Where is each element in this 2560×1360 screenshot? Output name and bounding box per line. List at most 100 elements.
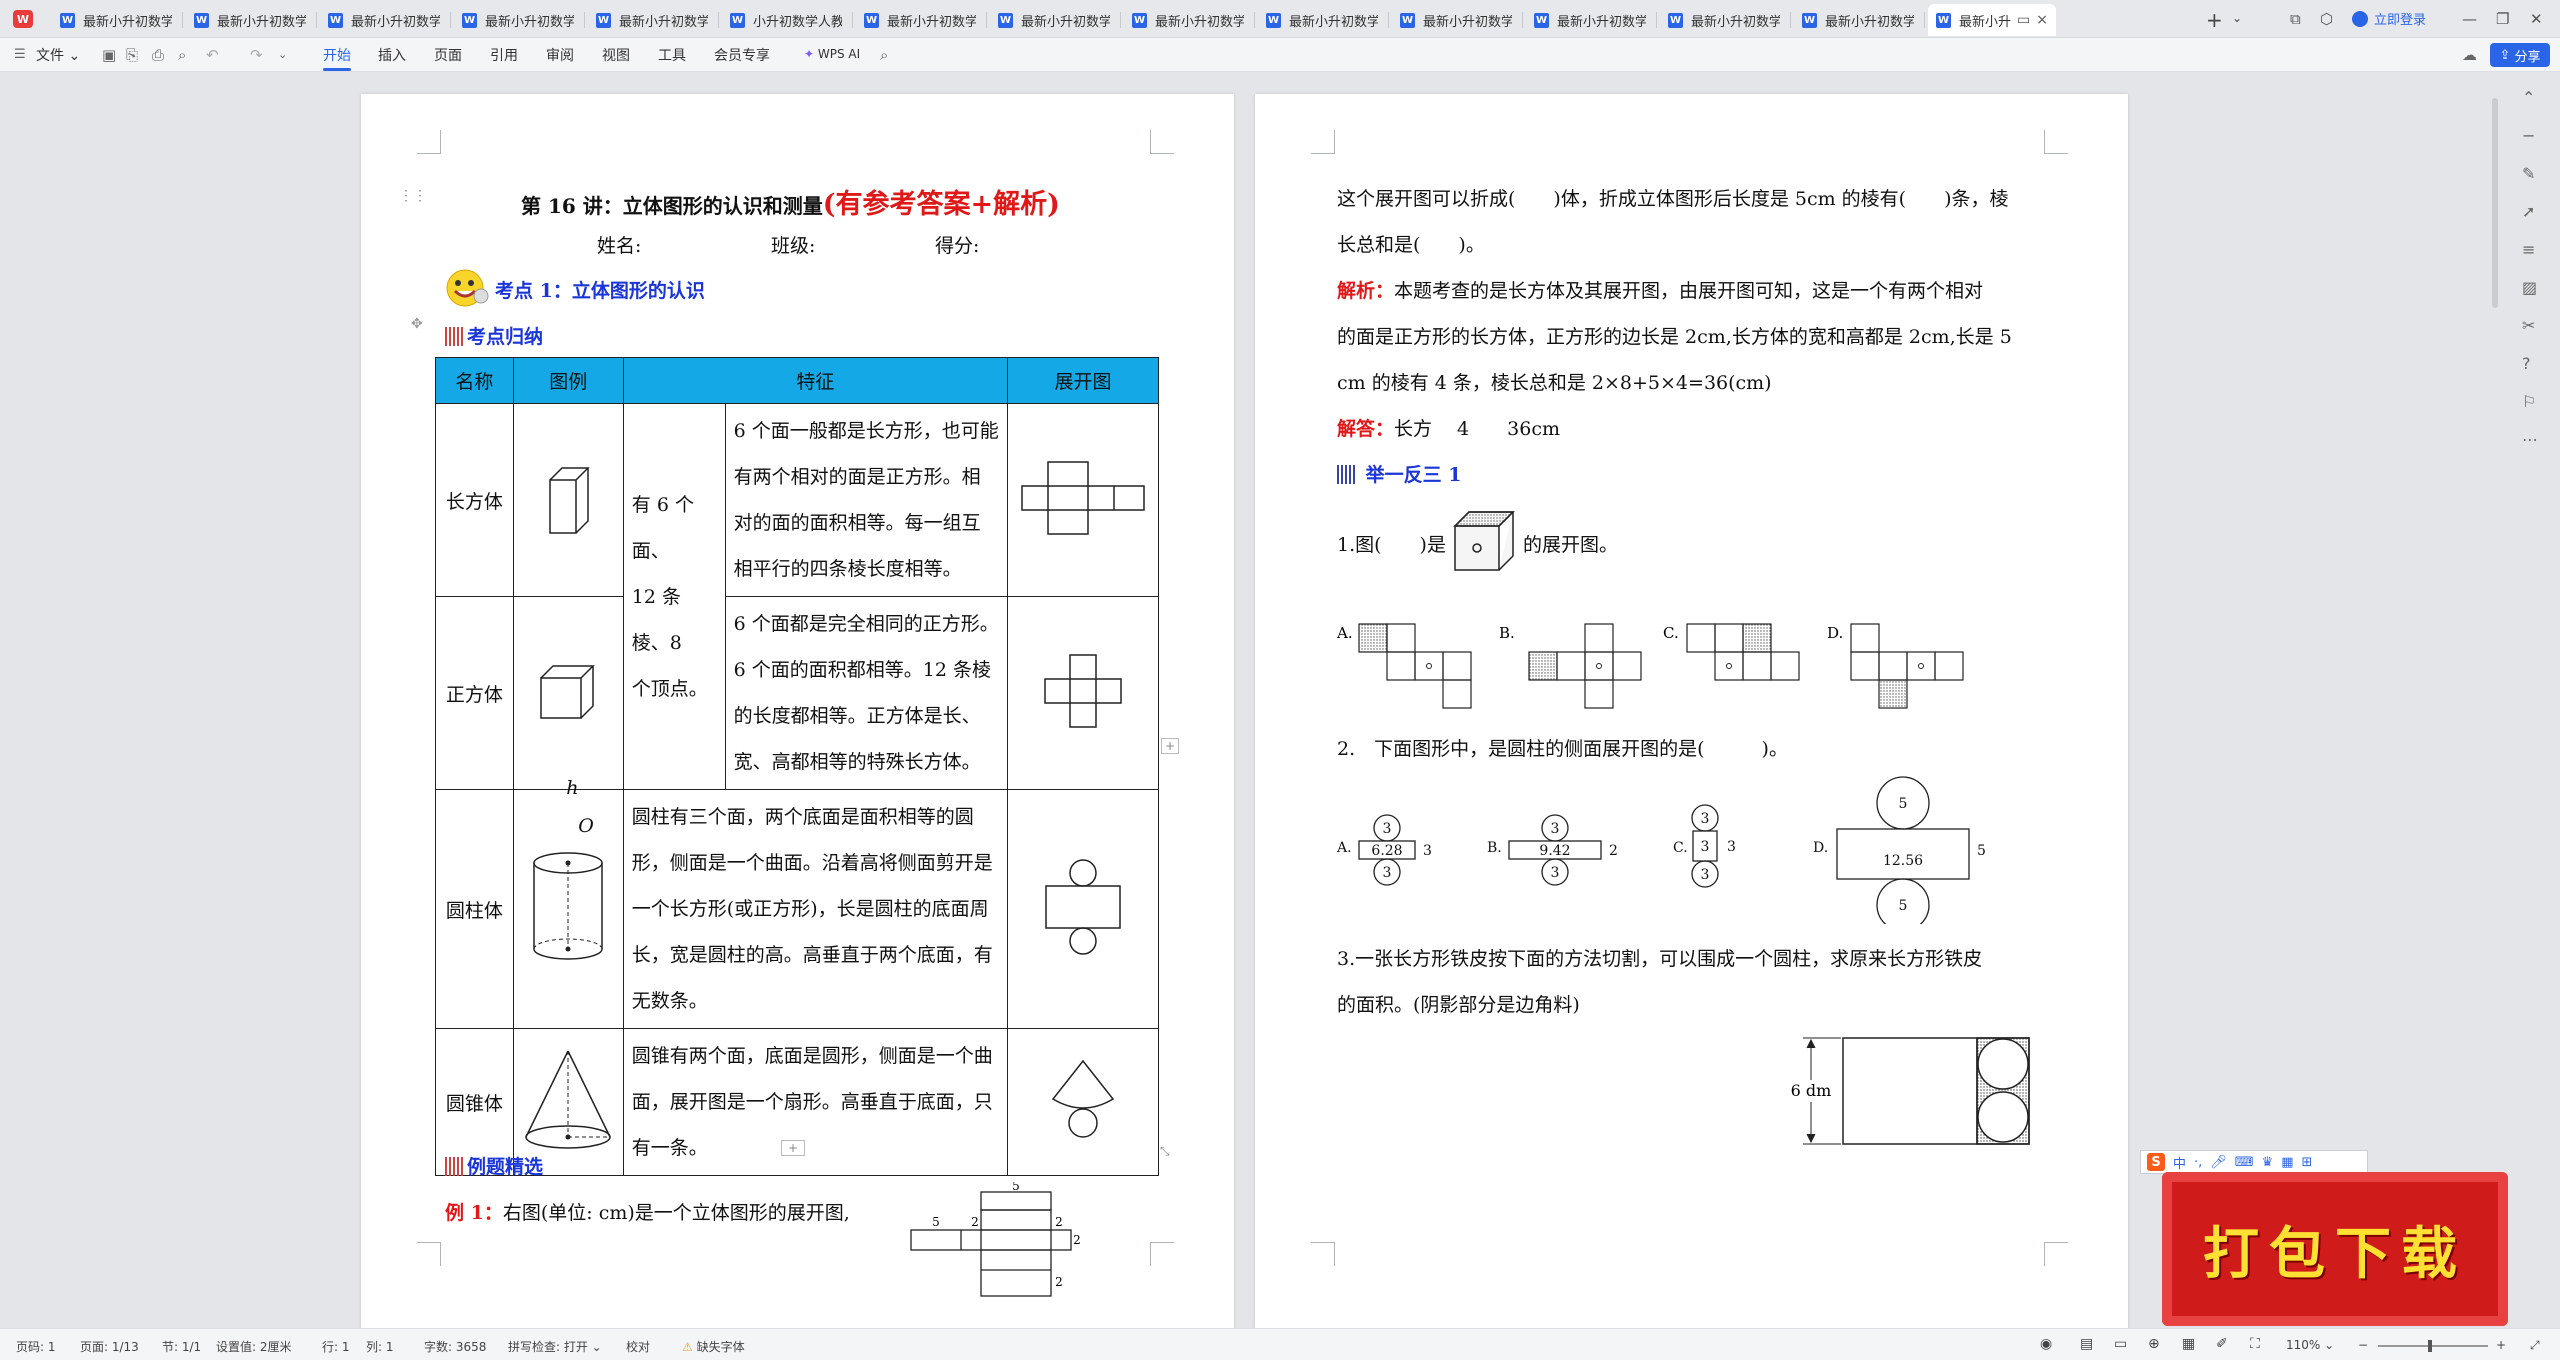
- zoom-level[interactable]: 110% ⌄: [2286, 1338, 2334, 1352]
- close-tab-icon[interactable]: ×: [2036, 12, 2048, 28]
- read-view-icon[interactable]: ▦: [2182, 1336, 2195, 1352]
- minus-icon[interactable]: −: [2522, 126, 2535, 145]
- side-label: 3: [1423, 843, 1432, 859]
- status-row[interactable]: 行: 1: [322, 1338, 350, 1355]
- print-icon[interactable]: ⎙: [152, 46, 164, 64]
- outline-icon[interactable]: ▤: [2080, 1336, 2093, 1352]
- toolbox-icon[interactable]: ▦: [2281, 1155, 2293, 1170]
- document-tab[interactable]: W 最新小升初数学: [990, 4, 1118, 36]
- save-icon[interactable]: ▣: [102, 46, 116, 64]
- margin-corner: [1311, 130, 1335, 154]
- status-page[interactable]: 页码: 1: [16, 1338, 56, 1355]
- vertical-scrollbar[interactable]: [2492, 98, 2498, 308]
- zoom-out-icon[interactable]: −: [2358, 1338, 2368, 1352]
- share-button[interactable]: ⇪ 分享: [2490, 43, 2550, 67]
- file-menu[interactable]: 文件 ⌄: [36, 45, 80, 65]
- zoom-in-icon[interactable]: +: [2496, 1338, 2506, 1352]
- minimize-icon[interactable]: —: [2462, 10, 2477, 28]
- more-icon[interactable]: ⋯: [2522, 430, 2538, 449]
- ime-toolbar[interactable]: S 中 ·, 🎤︎ ⌨ ♛ ▦ ⊞: [2140, 1150, 2368, 1174]
- document-tab[interactable]: W 最新小升初数学: [1660, 4, 1788, 36]
- eye-protect-icon[interactable]: ◉: [2040, 1336, 2052, 1352]
- help-icon[interactable]: ?: [2522, 354, 2531, 373]
- menu-page[interactable]: 页面: [434, 45, 462, 65]
- document-tab[interactable]: W 最新小升初数学: [52, 4, 180, 36]
- window-restore-icon[interactable]: ⧉: [2290, 10, 2301, 28]
- document-tab[interactable]: W 最新小升初数学: [588, 4, 716, 36]
- page-2[interactable]: 这个展开图可以折成( )体，折成立体图形后长度是 5cm 的棱有( )条，棱 长…: [1255, 94, 2128, 1330]
- pen-icon[interactable]: ✎: [2522, 164, 2535, 183]
- fit-page-icon[interactable]: ⛶: [2250, 1336, 2260, 1352]
- menu-member[interactable]: 会员专享: [714, 45, 770, 65]
- ime-mode-label[interactable]: 中: [2173, 1153, 2186, 1172]
- menu-view[interactable]: 视图: [602, 45, 630, 65]
- add-row-icon[interactable]: +: [781, 1140, 806, 1156]
- menu-review[interactable]: 审阅: [546, 45, 574, 65]
- punctuation-icon[interactable]: ·,: [2194, 1155, 2202, 1170]
- status-col[interactable]: 列: 1: [366, 1338, 394, 1355]
- status-section[interactable]: 节: 1/1: [162, 1338, 201, 1355]
- cloud-sync-icon[interactable]: ☁: [2462, 46, 2477, 64]
- menu-insert[interactable]: 插入: [378, 45, 406, 65]
- web-view-icon[interactable]: ⊕: [2148, 1336, 2160, 1352]
- device-icon[interactable]: ▭: [2017, 12, 2030, 28]
- download-package-banner[interactable]: 打包下载: [2162, 1172, 2508, 1326]
- write-view-icon[interactable]: ✐: [2216, 1336, 2228, 1352]
- status-proof[interactable]: 校对: [626, 1338, 650, 1355]
- cursor-icon[interactable]: ➚: [2522, 202, 2535, 221]
- menu-reference[interactable]: 引用: [490, 45, 518, 65]
- sogou-ime-icon[interactable]: S: [2147, 1153, 2165, 1171]
- status-missing-font[interactable]: ⚠ 缺失字体: [682, 1338, 745, 1355]
- document-tab[interactable]: W 最新小升初数学: [1794, 4, 1922, 36]
- maximize-icon[interactable]: ❐: [2496, 10, 2509, 28]
- document-tab[interactable]: W 最新小升初数学: [856, 4, 984, 36]
- drag-handle-icon[interactable]: ⋮⋮: [399, 188, 427, 204]
- skin-icon[interactable]: ♛: [2262, 1155, 2274, 1170]
- search-icon[interactable]: ⌕: [880, 46, 888, 64]
- add-column-icon[interactable]: +: [1161, 738, 1180, 754]
- settings-cube-icon[interactable]: ⬡: [2320, 10, 2333, 28]
- document-tab[interactable]: W 最新小升初数学: [320, 4, 448, 36]
- document-tab[interactable]: W 最新小升 ▭ ×: [1928, 4, 2056, 36]
- new-tab-icon[interactable]: +: [2206, 8, 2223, 32]
- collapse-chevron-icon[interactable]: ⌃: [2522, 88, 2535, 107]
- microphone-icon[interactable]: 🎤︎: [2210, 1155, 2227, 1170]
- quick-access-chevron-icon[interactable]: ⌄: [278, 48, 287, 61]
- table-move-handle-icon[interactable]: ✥: [411, 316, 423, 332]
- status-setting[interactable]: 设置值: 2厘米: [216, 1338, 292, 1355]
- menu-tools[interactable]: 工具: [658, 45, 686, 65]
- close-icon[interactable]: ✕: [2530, 10, 2543, 28]
- document-tab[interactable]: W 最新小升初数学: [186, 4, 314, 36]
- document-tab[interactable]: W 最新小升初数学: [1392, 4, 1520, 36]
- document-tab[interactable]: W 小升初数学人教: [722, 4, 850, 36]
- redo-icon[interactable]: ↷: [250, 46, 263, 64]
- status-spell[interactable]: 拼写检查: 打开 ⌄: [508, 1338, 602, 1355]
- shirt-icon[interactable]: ⚐: [2522, 392, 2536, 411]
- image-tool-icon[interactable]: ▨: [2522, 278, 2537, 297]
- status-words[interactable]: 字数: 3658: [424, 1338, 486, 1355]
- document-tab[interactable]: W 最新小升初数学: [1258, 4, 1386, 36]
- chevron-down-icon[interactable]: ⌄: [2232, 11, 2242, 25]
- keyboard-icon[interactable]: ⌨: [2235, 1155, 2254, 1170]
- page-view-icon[interactable]: ▭: [2114, 1336, 2127, 1352]
- adjust-icon[interactable]: ≡: [2522, 240, 2535, 259]
- fullscreen-icon[interactable]: ⤢: [2530, 1338, 2540, 1353]
- undo-icon[interactable]: ↶: [206, 46, 219, 64]
- menu-home[interactable]: 开始: [323, 45, 351, 65]
- export-icon[interactable]: ⎘: [126, 46, 138, 64]
- zoom-slider-handle[interactable]: [2428, 1340, 2432, 1352]
- login-button[interactable]: 立即登录: [2352, 9, 2426, 28]
- status-pages[interactable]: 页面: 1/13: [80, 1338, 139, 1355]
- document-tab[interactable]: W 最新小升初数学: [454, 4, 582, 36]
- wps-ai-menu[interactable]: ✦ WPS AI: [804, 47, 860, 61]
- table-resize-icon[interactable]: ⤡: [1160, 1144, 1170, 1159]
- zoom-slider[interactable]: [2378, 1345, 2488, 1347]
- menu-grid-icon[interactable]: ⊞: [2302, 1155, 2313, 1170]
- document-tab[interactable]: W 最新小升初数学: [1124, 4, 1252, 36]
- preview-icon[interactable]: ⌕: [178, 46, 186, 64]
- wps-logo-icon[interactable]: W: [12, 8, 34, 30]
- page-1[interactable]: ⋮⋮ 第 16 讲：立体图形的认识和测量(有参考答案+解析) 姓名: 班级: 得…: [361, 94, 1234, 1330]
- document-tab[interactable]: W 最新小升初数学: [1526, 4, 1654, 36]
- tools-icon[interactable]: ✂: [2522, 316, 2535, 335]
- hamburger-icon[interactable]: ☰: [14, 47, 26, 62]
